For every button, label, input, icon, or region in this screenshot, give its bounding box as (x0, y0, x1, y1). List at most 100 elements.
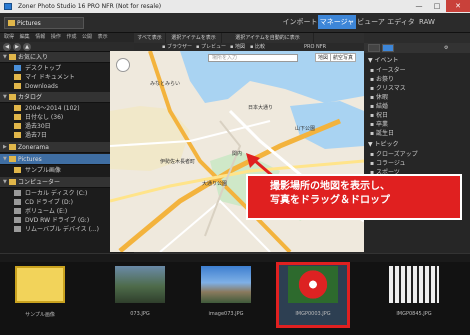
maximize-button[interactable]: □ (428, 0, 446, 12)
usb-icon (14, 226, 21, 232)
folder-thumbnail-icon (15, 266, 65, 303)
zonerama-icon (9, 144, 16, 150)
group-label: トピック (374, 141, 399, 148)
tag-group-events[interactable]: ▼ イベント (364, 56, 470, 65)
location-label: Pictures (17, 20, 41, 27)
location-selector[interactable]: Pictures (4, 17, 84, 29)
label: 比較 (254, 44, 265, 50)
drive-icon (14, 190, 21, 196)
thumbnail[interactable]: image073.JPG (190, 264, 262, 326)
folder-icon (14, 74, 21, 80)
folder-icon (14, 114, 21, 120)
tag-label: 休暇 (375, 94, 388, 101)
photo-thumbnail (201, 266, 251, 303)
mode-tab-manager[interactable]: マネージャ (318, 15, 356, 29)
tag-group-topics[interactable]: ▼ トピック (364, 140, 470, 149)
item-label: CD ドライブ (D:) (25, 199, 73, 206)
item-label: 日付なし (36) (25, 114, 64, 121)
tag-item[interactable]: ▪ クローズアップ (364, 150, 470, 159)
mode-tab-viewer[interactable]: ビューア (356, 15, 386, 29)
menu-operation[interactable]: 操作 (51, 34, 61, 40)
tab-show-selected[interactable]: 選択アイテムを表示 (166, 33, 222, 43)
map-label-minatomirai: みなとみらい (150, 81, 181, 87)
panel-settings-icon[interactable]: ⚙ (444, 45, 448, 51)
instruction-callout: 撮影場所の地図を表示し、 写真をドラッグ＆ドロップ (246, 174, 462, 220)
compare-toggle[interactable]: ▪ 比較 (250, 43, 265, 51)
map-toggle[interactable]: ▪ 地図 (230, 43, 245, 51)
menu-info[interactable]: 情報 (35, 34, 45, 40)
sidebar-item-samples[interactable]: サンプル画像 (14, 166, 61, 175)
thumbnail[interactable]: IMGP0845.JPG (378, 264, 450, 326)
up-icon[interactable]: ▲ (23, 43, 31, 51)
label: ブラウザー (166, 44, 192, 50)
cd-icon (14, 199, 21, 205)
preview-toggle[interactable]: ▪ プレビュー (196, 43, 226, 51)
mode-tab-editor[interactable]: エディタ (386, 15, 416, 29)
callout-line-1: 撮影場所の地図を表示し、 (270, 181, 390, 192)
back-icon[interactable]: ◀ (3, 43, 11, 51)
thumbnail-caption: image073.JPG (208, 311, 244, 317)
expand-icon[interactable]: ▼ (3, 92, 7, 103)
sidebar-item-removable[interactable]: リムーバブル デバイス (...) (14, 225, 99, 234)
map-label-isezaki: 伊勢佐木長者町 (160, 159, 196, 165)
sidebar-item-documents[interactable]: マイ ドキュメント (14, 73, 75, 82)
tag-tab-icon[interactable] (382, 44, 394, 52)
thumbnail-caption: サンプル画像 (25, 312, 55, 318)
sidebar-item-no-date[interactable]: 日付なし (36) (14, 113, 63, 122)
sidebar-item-last-30[interactable]: 過去30日 (14, 122, 51, 131)
tag-item[interactable]: ▪ コラージュ (364, 159, 470, 168)
expand-icon[interactable]: ▼ (3, 177, 7, 188)
tag-item[interactable]: ▪ イースター (364, 66, 470, 75)
forward-icon[interactable]: ▶ (13, 43, 21, 51)
mode-tab-raw[interactable]: RAW (416, 15, 438, 29)
sidebar-item-catalog-range[interactable]: 2004～2014 (102) (14, 104, 80, 113)
menu-create[interactable]: 作成 (66, 34, 76, 40)
sidebar-item-desktop[interactable]: デスクトップ (14, 64, 61, 73)
sidebar-item-drive-c[interactable]: ローカル ディスク (C:) (14, 189, 87, 198)
map-type-satellite-button[interactable]: 航空写真 (330, 53, 357, 62)
expand-icon[interactable]: ▼ (3, 154, 7, 165)
folder-icon (9, 156, 16, 162)
sidebar-item-last-7[interactable]: 過去7日 (14, 131, 47, 140)
catalog-icon (9, 94, 16, 100)
tab-show-all[interactable]: すべて表示 (134, 33, 166, 43)
map-type-map-button[interactable]: 地図 (315, 53, 332, 62)
close-button[interactable]: ✕ (446, 0, 470, 12)
info-tab-icon[interactable] (368, 44, 380, 52)
tag-item[interactable]: ▪ クリスマス (364, 84, 470, 93)
section-label: お気に入り (18, 54, 49, 61)
tag-item[interactable]: ▪ 誕生日 (364, 129, 470, 138)
folder-icon (14, 123, 21, 129)
tab-auto-selected[interactable]: 選択アイテムを自動的に表示 (222, 33, 314, 43)
menu-edit[interactable]: 編集 (20, 34, 30, 40)
dvd-icon (14, 217, 21, 223)
tag-item[interactable]: ▪ 休暇 (364, 93, 470, 102)
expand-icon[interactable]: ▼ (3, 52, 7, 63)
sidebar-item-downloads[interactable]: Downloads (14, 82, 58, 91)
tag-item[interactable]: ▪ 祝日 (364, 111, 470, 120)
tag-label: コラージュ (375, 160, 406, 167)
sidebar-item-drive-e[interactable]: ボリューム (E:) (14, 207, 67, 216)
sidebar-item-drive-d[interactable]: CD ドライブ (D:) (14, 198, 73, 207)
sidebar-item-drive-g[interactable]: DVD RW ドライブ (G:) (14, 216, 89, 225)
tag-item[interactable]: ▪ 結婚 (364, 102, 470, 111)
map-pan-control[interactable] (116, 58, 130, 72)
mode-tab-import[interactable]: インポート (282, 15, 318, 29)
folder-icon (14, 167, 21, 173)
tag-item[interactable]: ▪ 卒業 (364, 120, 470, 129)
menu-acquire[interactable]: 取得 (4, 34, 14, 40)
filmstrip-toolbar (0, 253, 470, 262)
place-search-input[interactable]: 場所を入力 (208, 54, 298, 62)
tag-label: 結婚 (375, 103, 388, 110)
item-label: ローカル ディスク (C:) (25, 190, 88, 197)
tag-item[interactable]: ▪ お祭り (364, 75, 470, 84)
thumbnail[interactable]: 073.JPG (104, 264, 176, 326)
menu-publish[interactable]: 公開 (82, 34, 92, 40)
menu-view[interactable]: 表示 (98, 34, 108, 40)
minimize-button[interactable]: — (410, 0, 428, 12)
thumbnail[interactable]: サンプル画像 (4, 264, 76, 326)
tag-label: 誕生日 (375, 130, 394, 137)
expand-icon[interactable]: ▶ (3, 142, 7, 153)
window-title: Zoner Photo Studio 16 PRO NFR (Not for r… (18, 3, 162, 10)
browser-toggle[interactable]: ▪ ブラウザー (162, 43, 192, 51)
